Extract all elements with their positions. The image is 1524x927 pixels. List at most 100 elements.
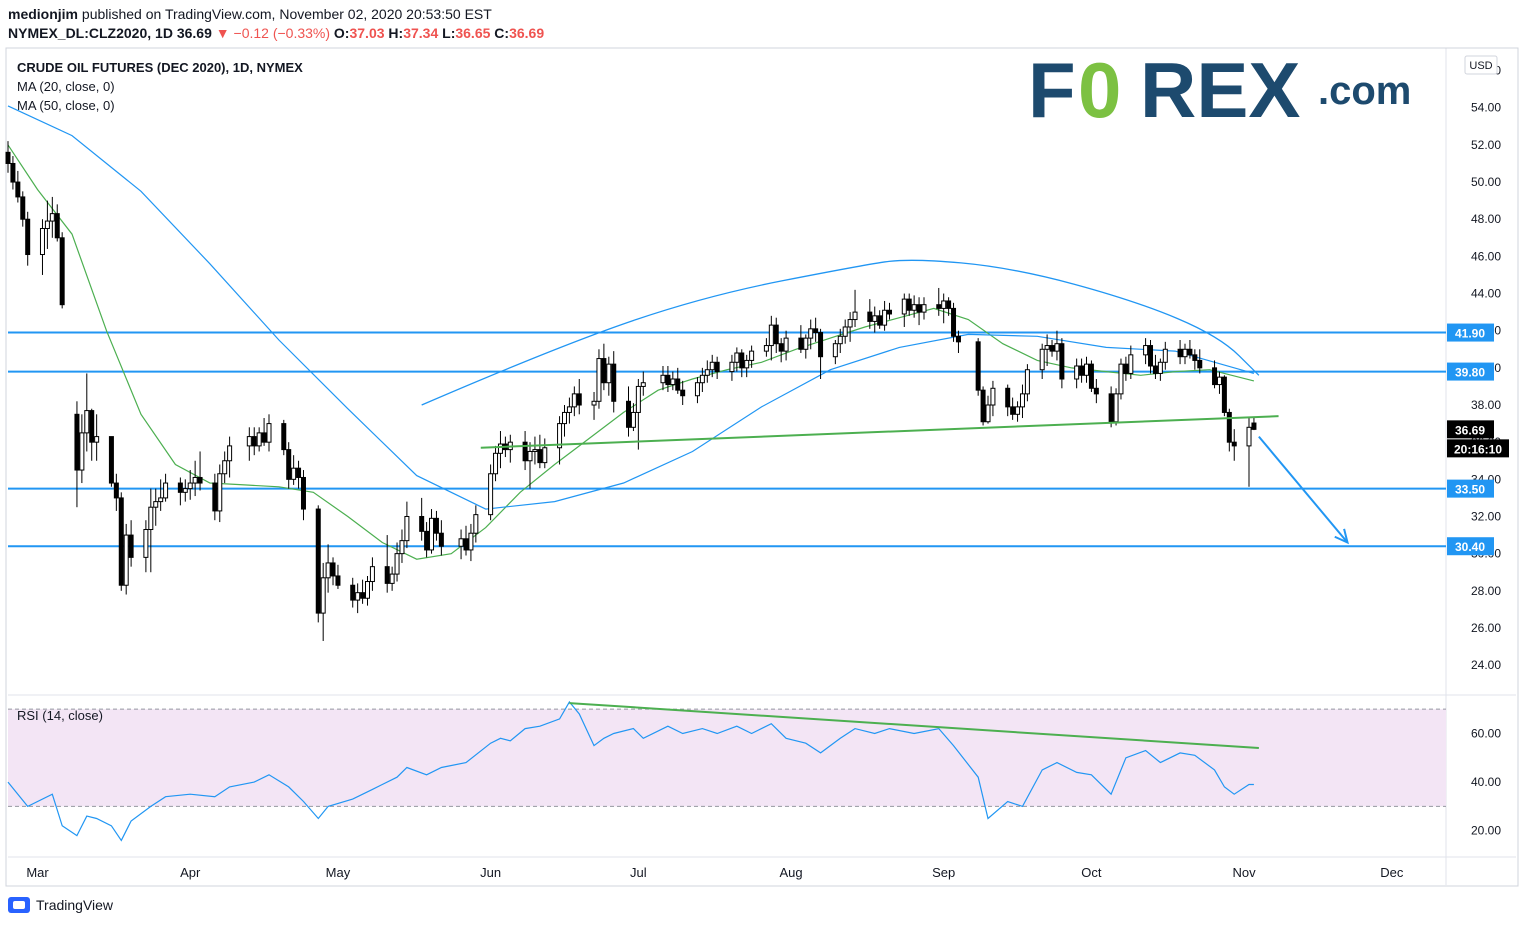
candle[interactable] [1226, 408, 1232, 452]
candle[interactable] [571, 386, 577, 417]
candle[interactable] [1054, 330, 1060, 361]
candle[interactable] [1231, 429, 1237, 461]
candle[interactable] [251, 427, 257, 456]
candle[interactable] [25, 211, 31, 266]
candle[interactable] [182, 479, 188, 502]
candle[interactable] [39, 219, 45, 275]
ma50-legend[interactable]: MA (50, close, 0) [17, 98, 115, 113]
candle[interactable] [887, 302, 893, 320]
candle[interactable] [148, 488, 154, 573]
candle[interactable] [389, 566, 395, 591]
candle[interactable] [1123, 356, 1129, 381]
candle[interactable] [803, 334, 809, 359]
candle[interactable] [542, 438, 548, 469]
candle[interactable] [365, 575, 370, 606]
candle[interactable] [433, 510, 439, 541]
candle[interactable] [906, 293, 912, 316]
candle[interactable] [832, 339, 838, 365]
candle[interactable] [261, 418, 267, 446]
candle[interactable] [1157, 358, 1163, 381]
candle[interactable] [429, 509, 435, 554]
candle[interactable] [350, 577, 356, 608]
candle[interactable] [118, 492, 124, 591]
candle[interactable] [798, 325, 804, 353]
candle[interactable] [15, 170, 21, 203]
candle[interactable] [1024, 364, 1030, 402]
candle[interactable] [561, 405, 567, 437]
candle[interactable] [315, 505, 321, 623]
candle[interactable] [773, 317, 779, 353]
candle[interactable] [842, 319, 848, 344]
candle[interactable] [665, 365, 671, 393]
candle[interactable] [1216, 371, 1222, 394]
ma20-legend[interactable]: MA (20, close, 0) [17, 79, 115, 94]
candle[interactable] [813, 317, 819, 342]
candle[interactable] [153, 488, 159, 526]
candle[interactable] [463, 525, 469, 556]
candle[interactable] [1162, 341, 1168, 370]
candle[interactable] [852, 289, 858, 327]
candle[interactable] [626, 386, 632, 437]
candle[interactable] [985, 395, 991, 424]
candle[interactable] [990, 380, 996, 417]
candle[interactable] [1005, 384, 1011, 417]
candle[interactable] [1093, 379, 1099, 404]
candle[interactable] [714, 356, 720, 380]
candle[interactable] [1059, 338, 1065, 389]
candle[interactable] [108, 436, 114, 487]
candle[interactable] [739, 349, 745, 378]
candle[interactable] [955, 330, 961, 353]
candle[interactable] [74, 401, 80, 508]
candle[interactable] [1118, 358, 1124, 400]
candle[interactable] [591, 392, 597, 420]
candle[interactable] [1010, 397, 1016, 420]
ma20-line[interactable] [7, 144, 1255, 560]
candle[interactable] [128, 520, 134, 567]
candle[interactable] [1152, 354, 1158, 380]
candle[interactable] [1088, 360, 1094, 393]
candle[interactable] [197, 451, 203, 491]
candle[interactable] [640, 371, 646, 396]
candle[interactable] [576, 379, 582, 415]
candle[interactable] [123, 523, 129, 595]
candle[interactable] [330, 557, 336, 586]
candle[interactable] [419, 497, 425, 541]
candle[interactable] [729, 354, 735, 381]
candle[interactable] [527, 442, 533, 489]
candle[interactable] [10, 156, 16, 190]
candle[interactable] [399, 529, 405, 563]
candle[interactable] [1246, 418, 1252, 487]
candle[interactable] [635, 379, 641, 450]
candle[interactable] [507, 434, 513, 463]
candle[interactable] [281, 419, 287, 456]
candle[interactable] [596, 349, 602, 409]
candle[interactable] [256, 427, 262, 452]
candle[interactable] [778, 338, 784, 363]
candle[interactable] [286, 442, 292, 489]
candle[interactable] [369, 557, 375, 591]
candle[interactable] [522, 431, 528, 471]
candle[interactable] [79, 414, 85, 484]
candle[interactable] [1049, 339, 1055, 357]
candle[interactable] [936, 287, 942, 316]
candle[interactable] [360, 579, 366, 604]
candle[interactable] [291, 455, 297, 485]
candle[interactable] [296, 460, 302, 489]
candle[interactable] [847, 312, 853, 342]
currency-button[interactable]: USD [1464, 55, 1498, 75]
candle[interactable] [44, 200, 50, 249]
candle[interactable] [921, 297, 927, 320]
candle[interactable] [537, 434, 543, 469]
candle[interactable] [1143, 338, 1149, 365]
candle[interactable] [557, 416, 563, 465]
candle[interactable] [300, 470, 306, 521]
candle[interactable] [1015, 401, 1021, 422]
candle[interactable] [882, 300, 888, 331]
candle[interactable] [89, 408, 95, 461]
candle[interactable] [783, 330, 789, 361]
candle[interactable] [335, 564, 341, 589]
currency-label[interactable]: USD [1469, 60, 1492, 72]
candle[interactable] [468, 523, 474, 562]
candle[interactable] [84, 373, 90, 452]
candle[interactable] [744, 354, 750, 378]
